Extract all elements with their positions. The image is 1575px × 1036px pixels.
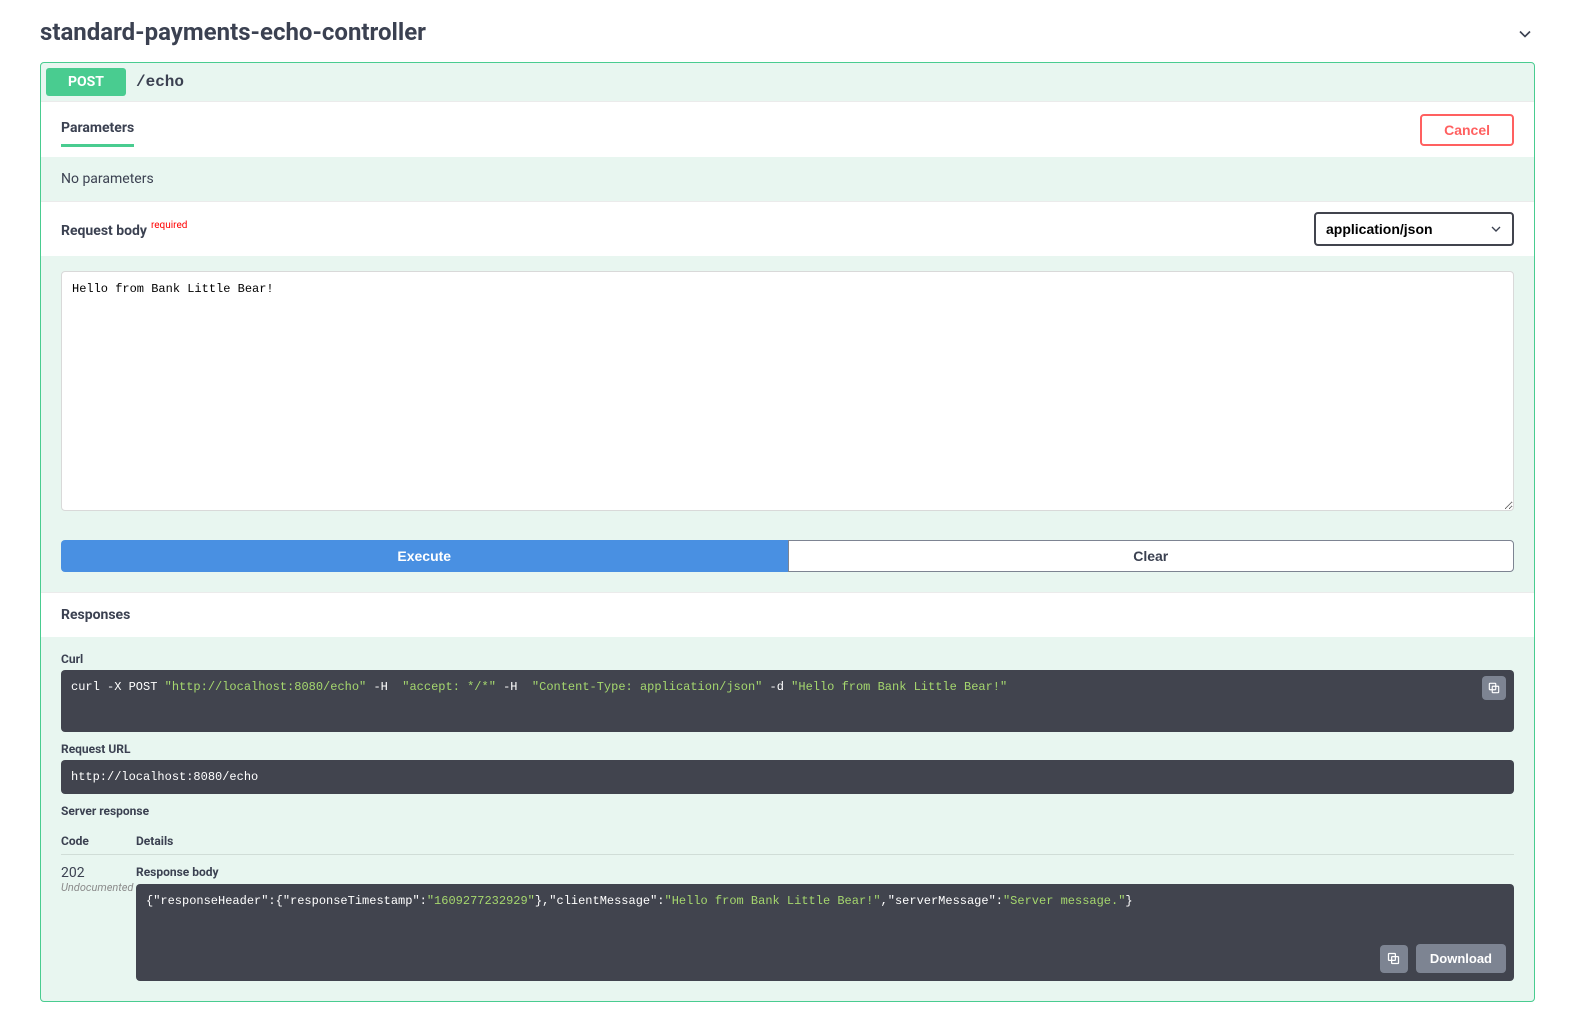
copy-curl-icon[interactable] [1482,676,1506,700]
chevron-down-icon [1515,22,1535,42]
response-table-header: Code Details [61,828,1514,855]
download-button[interactable]: Download [1416,944,1506,973]
action-row: Execute Clear [41,540,1534,592]
response-details-cell: Response body {"responseHeader":{"respon… [136,865,1514,981]
required-tag: required [147,220,187,231]
no-parameters-text: No parameters [41,157,1534,201]
section-title-text: standard-payments-echo-controller [40,18,426,46]
copy-response-icon[interactable] [1380,945,1408,973]
response-code-cell: 202 Undocumented [61,865,136,981]
request-url-block: http://localhost:8080/echo [61,760,1514,794]
response-body-block: {"responseHeader":{"responseTimestamp":"… [136,884,1514,981]
response-row: 202 Undocumented Response body {"respons… [61,855,1514,981]
operation-path: /echo [136,73,184,91]
execute-button[interactable]: Execute [61,540,788,572]
request-body-header: Request bodyrequired application/json [41,201,1534,256]
request-url-label: Request URL [61,742,1514,756]
request-body-textarea[interactable] [61,271,1514,511]
server-response-label: Server response [61,804,1514,818]
clear-button[interactable]: Clear [788,540,1515,572]
request-body-label-wrap: Request bodyrequired [61,220,187,239]
operation-summary[interactable]: POST /echo [41,63,1534,101]
parameters-tab[interactable]: Parameters [61,112,134,147]
details-column-header: Details [136,834,1514,848]
parameters-header: Parameters Cancel [41,101,1534,157]
content-type-select[interactable]: application/json [1314,212,1514,246]
cancel-button[interactable]: Cancel [1420,114,1514,146]
code-column-header: Code [61,834,136,848]
operation-block: POST /echo Parameters Cancel No paramete… [40,62,1535,1002]
response-code: 202 [61,865,136,881]
undocumented-label: Undocumented [61,881,136,894]
responses-header: Responses [41,592,1534,637]
section-header[interactable]: standard-payments-echo-controller [40,10,1535,54]
curl-block: curl -X POST "http://localhost:8080/echo… [61,670,1514,732]
http-method-badge: POST [46,68,126,96]
request-body-label: Request body [61,223,147,239]
curl-label: Curl [61,652,1514,666]
request-body-area [41,256,1534,540]
responses-section: Curl curl -X POST "http://localhost:8080… [41,637,1534,1001]
response-body-label: Response body [136,865,1514,879]
response-controls: Download [1380,944,1506,973]
